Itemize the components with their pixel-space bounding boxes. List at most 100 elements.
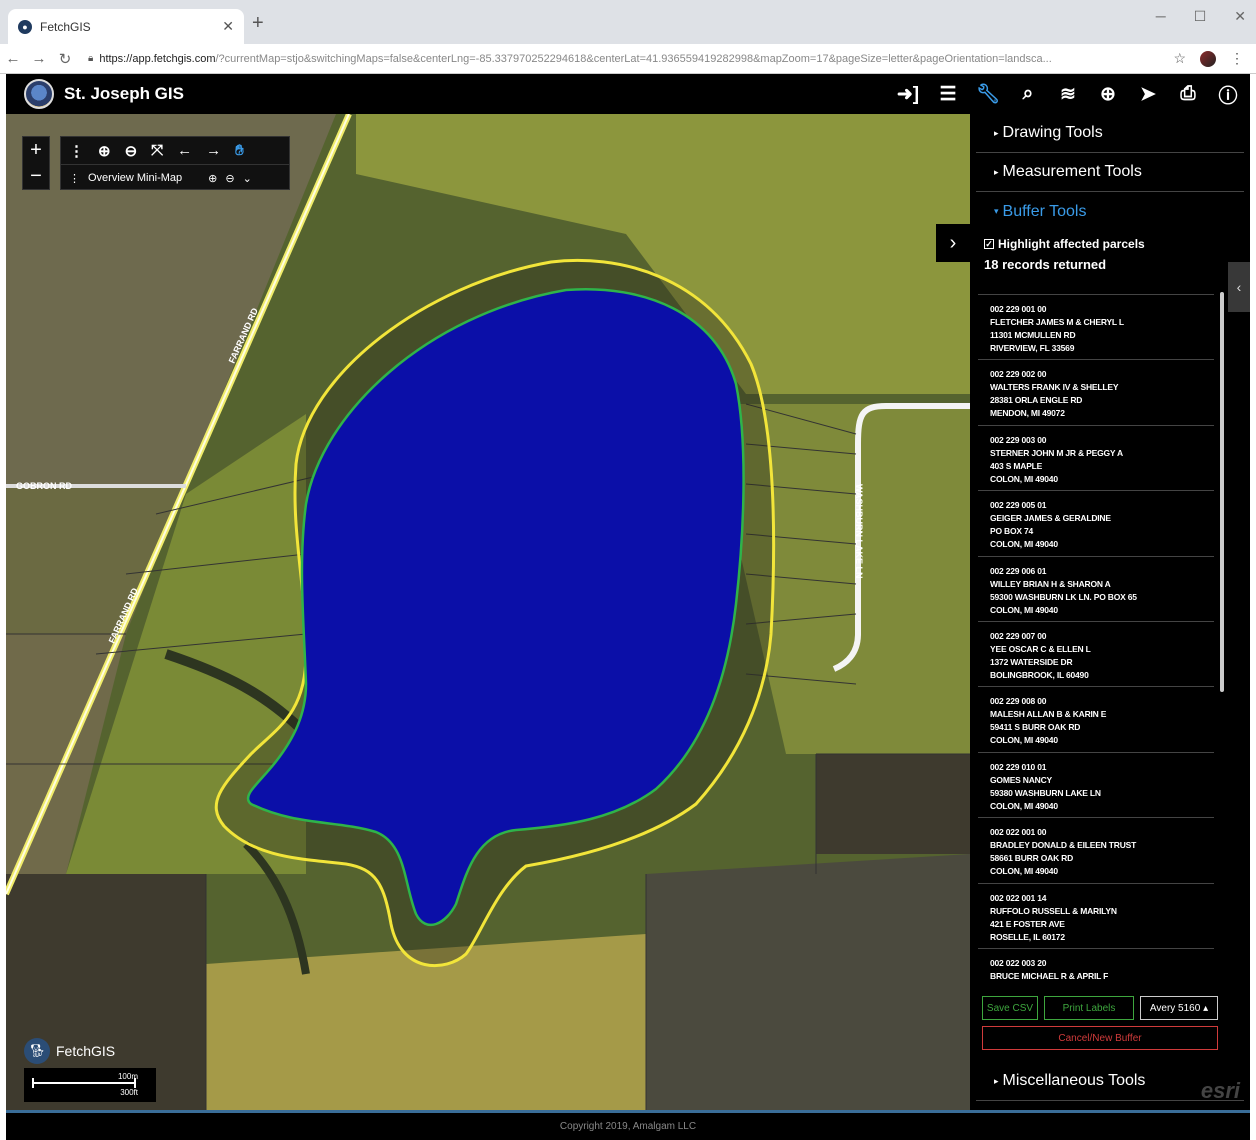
owner-name: YEE OSCAR C & ELLEN L	[990, 643, 1091, 654]
parcel-id: 002 229 010 01	[990, 761, 1047, 772]
back-icon[interactable]: ←	[0, 50, 26, 67]
zoom-in-button[interactable]: +	[23, 137, 49, 163]
owner-city: COLON, MI 49040	[990, 473, 1058, 484]
dog-icon: 🐕︎	[24, 1038, 50, 1064]
owner-city: COLON, MI 49040	[990, 800, 1058, 811]
section-label: Measurement Tools	[1002, 163, 1142, 180]
drag-handle-icon[interactable]: ⋮	[69, 172, 80, 185]
minimap-zoom-in-icon[interactable]: ⊕	[208, 172, 217, 185]
records-count: 18 records returned	[984, 257, 1107, 272]
record-item[interactable]: 002 229 006 01 WILLEY BRIAN H & SHARON A 5…	[978, 557, 1214, 622]
minimap-toggle-icon[interactable]: ⌄	[243, 172, 252, 185]
sign-in-icon[interactable]: ➜]	[896, 82, 920, 106]
owner-address: 59380 WASHBURN LAKE LN	[990, 787, 1101, 798]
records-list[interactable]: 002 229 001 00 FLETCHER JAMES M & CHERYL …	[978, 294, 1214, 984]
bookmark-star-icon[interactable]: ☆	[1173, 50, 1186, 67]
record-item[interactable]: 002 229 003 00 STERNER JOHN M JR & PEGGY …	[978, 426, 1214, 492]
tools-panel: ▸ Drawing Tools ▸ Measurement Tools ▾ Bu…	[970, 114, 1250, 1110]
scale-line	[32, 1078, 136, 1088]
highlight-parcels-checkbox[interactable]: ✓ Highlight affected parcels	[984, 237, 1250, 251]
close-window-icon[interactable]: ✕	[1234, 8, 1246, 25]
owner-address: PO BOX 74	[990, 526, 1034, 537]
full-extent-icon[interactable]: ⤧	[151, 142, 163, 159]
scale-imperial: 300ft	[120, 1088, 138, 1097]
owner-address: 421 E FOSTER AVE	[990, 918, 1065, 929]
section-buffer-tools[interactable]: ▾ Buffer Tools	[976, 192, 1244, 231]
wrench-tools-icon[interactable]: 🔧︎	[976, 82, 1000, 106]
owner-city: RIVERVIEW, FL 33569	[990, 343, 1075, 353]
pan-hand-icon[interactable]: ✋︎	[235, 142, 244, 159]
record-item[interactable]: 002 229 002 00 WALTERS FRANK IV & SHELLEY…	[978, 360, 1214, 426]
record-item[interactable]: 002 229 001 00 FLETCHER JAMES M & CHERYL …	[978, 295, 1214, 361]
owner-city: BOLINGBROOK, IL 60490	[990, 669, 1089, 680]
url-field[interactable]: 🔒︎ https://app.fetchgis.com /?currentMap…	[88, 46, 1166, 71]
road-label: GOBRON RD	[16, 481, 73, 491]
fetchgis-logo: 🐕︎ FetchGIS	[24, 1038, 115, 1064]
help-icon[interactable]: ⓘ	[1216, 82, 1240, 107]
zoom-out-button[interactable]: −	[23, 163, 49, 189]
section-measurement-tools[interactable]: ▸ Measurement Tools	[976, 153, 1244, 192]
close-tab-icon[interactable]: ✕	[222, 18, 234, 35]
label-format-select[interactable]: Avery 5160 ▴	[1140, 996, 1218, 1020]
browser-menu-icon[interactable]: ⋮	[1230, 50, 1244, 67]
section-label: Drawing Tools	[1002, 124, 1103, 141]
browser-tabbar: ● FetchGIS ✕ + ─ ☐ ✕	[0, 0, 1256, 44]
reload-icon[interactable]: ↻	[52, 50, 78, 68]
search-icon[interactable]: ⌕	[1016, 82, 1040, 106]
next-extent-icon[interactable]: →	[206, 142, 221, 159]
owner-name: FLETCHER JAMES M & CHERYL L	[990, 317, 1124, 327]
highlight-label: Highlight affected parcels	[998, 237, 1145, 251]
section-drawing-tools[interactable]: ▸ Drawing Tools	[976, 114, 1244, 153]
panel-collapse-button[interactable]: ›	[936, 224, 970, 262]
record-item[interactable]: 002 229 010 01 GOMES NANCY 59380 WASHBURN …	[978, 753, 1214, 819]
caret-right-icon: ▸	[994, 166, 999, 177]
print-labels-button[interactable]: Print Labels	[1044, 996, 1134, 1020]
owner-name: RUFFOLO RUSSELL & MARILYN	[990, 905, 1117, 916]
record-item[interactable]: 002 229 007 00 YEE OSCAR C & ELLEN L 1372 …	[978, 622, 1214, 688]
owner-name: WILLEY BRIAN H & SHARON A	[990, 578, 1111, 589]
record-item[interactable]: 002 229 005 01 GEIGER JAMES & GERALDINE PO…	[978, 491, 1214, 557]
window-controls: ─ ☐ ✕	[1156, 8, 1246, 25]
record-item[interactable]: 002 022 001 14 RUFFOLO RUSSELL & MARILYN 4…	[978, 884, 1214, 949]
tab-title: FetchGIS	[40, 19, 91, 34]
cancel-new-buffer-button[interactable]: Cancel/New Buffer	[982, 1026, 1218, 1050]
record-item[interactable]: 002 022 003 20 BRUCE MICHAEL R & APRIL F 5…	[978, 949, 1214, 984]
owner-address: 58661 BURR OAK RD	[990, 853, 1074, 864]
profile-avatar[interactable]	[1200, 50, 1216, 67]
records-scrollbar[interactable]	[1220, 292, 1224, 692]
owner-address: 1372 WATERSIDE DR	[990, 656, 1073, 667]
url-host: https://app.fetchgis.com	[99, 52, 216, 65]
scale-bar: 100m 300ft	[24, 1068, 156, 1102]
minimap-zoom-out-icon[interactable]: ⊖	[225, 172, 234, 185]
parcel-id: 002 022 001 00	[990, 827, 1047, 838]
owner-name: WALTERS FRANK IV & SHELLEY	[990, 382, 1119, 393]
layers-toggle-icon[interactable]: ☰	[936, 82, 960, 106]
zoom-out-icon[interactable]: ⊖	[125, 142, 138, 160]
drag-handle-icon[interactable]: ⋮	[69, 142, 84, 160]
minimize-icon[interactable]: ─	[1156, 8, 1166, 25]
owner-address: 11301 MCMULLEN RD	[990, 330, 1076, 340]
owner-name: MALESH ALLAN B & KARIN E	[990, 709, 1107, 720]
forward-icon[interactable]: →	[26, 50, 52, 67]
address-bar: ← → ↻ 🔒︎ https://app.fetchgis.com /?curr…	[0, 44, 1256, 74]
owner-name: GEIGER JAMES & GERALDINE	[990, 513, 1111, 524]
previous-extent-icon[interactable]: ←	[177, 142, 192, 159]
owner-city: COLON, MI 49040	[990, 866, 1058, 877]
gps-locate-icon[interactable]: ⊕	[1096, 82, 1120, 106]
record-item[interactable]: 002 229 008 00 MALESH ALLAN B & KARIN E 59…	[978, 687, 1214, 753]
share-send-icon[interactable]: ➤	[1136, 82, 1160, 106]
maximize-icon[interactable]: ☐	[1194, 8, 1207, 25]
new-tab-icon[interactable]: +	[252, 12, 264, 35]
save-csv-button[interactable]: Save CSV	[982, 996, 1038, 1020]
map-toolbar: ⋮ ⊕ ⊖ ⤧ ← → ✋︎ ⋮ Overview Mini-Map ⊕ ⊖ ⌄	[60, 136, 290, 190]
map-view[interactable]: FARRAND RD FARRAND RD GOBRON RD WASHBURN…	[6, 114, 970, 1110]
print-icon[interactable]: ⎙	[1176, 82, 1200, 106]
lock-icon: 🔒︎	[88, 53, 94, 64]
layers-stack-icon[interactable]: ≋	[1056, 82, 1080, 106]
owner-name: STERNER JOHN M JR & PEGGY A	[990, 447, 1123, 458]
zoom-in-icon[interactable]: ⊕	[98, 142, 111, 160]
side-collapse-tab[interactable]: ‹	[1228, 262, 1250, 312]
app-header: St. Joseph GIS ➜] ☰ 🔧︎ ⌕ ≋ ⊕ ➤ ⎙ ⓘ	[6, 74, 1250, 114]
record-item[interactable]: 002 022 001 00 BRADLEY DONALD & EILEEN TR…	[978, 818, 1214, 884]
browser-tab[interactable]: ● FetchGIS ✕	[8, 9, 244, 44]
